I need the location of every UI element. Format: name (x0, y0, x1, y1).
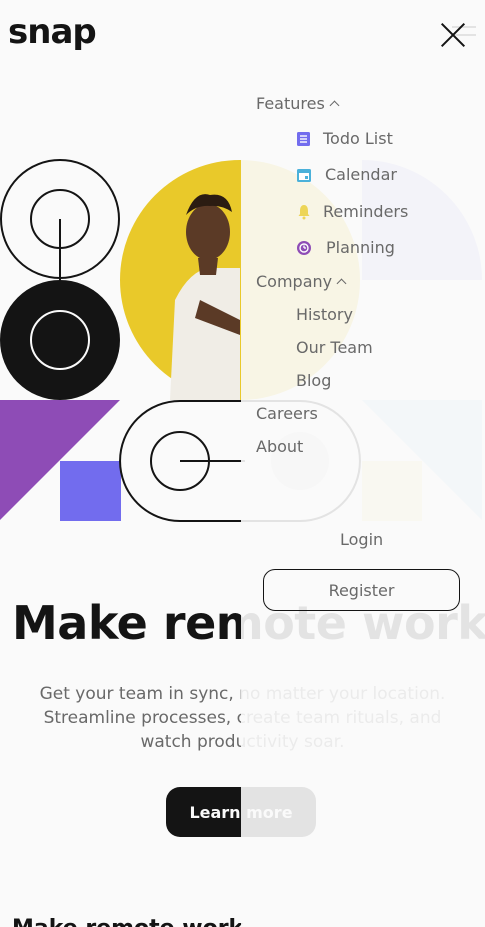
submenu-label: Calendar (325, 165, 397, 184)
snap-logo[interactable]: snap (8, 12, 97, 52)
close-icon[interactable] (440, 22, 466, 48)
login-link[interactable]: Login (340, 530, 383, 549)
menu-careers[interactable]: Careers (256, 404, 318, 423)
submenu-item-blog[interactable]: Blog (296, 371, 331, 390)
submenu-label: Planning (326, 238, 395, 257)
submenu-item-todo-list[interactable]: Todo List (296, 129, 393, 148)
menu-company-label: Company (256, 272, 333, 291)
submenu-item-calendar[interactable]: Calendar (296, 165, 397, 184)
menu-about[interactable]: About (256, 437, 303, 456)
menu-features-label: Features (256, 94, 325, 113)
menu-careers-label: Careers (256, 404, 318, 423)
submenu-label: Our Team (296, 338, 373, 357)
menu-features[interactable]: Features (256, 94, 340, 113)
submenu-label: Reminders (323, 202, 409, 221)
menu-company[interactable]: Company (256, 272, 347, 291)
todo-list-icon (297, 131, 310, 146)
submenu-item-history[interactable]: History (296, 305, 353, 324)
calendar-icon (297, 168, 311, 182)
register-button[interactable]: Register (263, 569, 460, 611)
submenu-item-reminders[interactable]: Reminders (296, 202, 408, 221)
submenu-label: Todo List (323, 129, 393, 148)
menu-about-label: About (256, 437, 304, 456)
planning-icon (297, 240, 311, 255)
submenu-item-planning[interactable]: Planning (296, 238, 395, 257)
bell-icon (298, 204, 310, 219)
submenu-label: Blog (296, 371, 332, 390)
submenu-label: History (296, 305, 353, 324)
submenu-item-our-team[interactable]: Our Team (296, 338, 373, 357)
chevron-up-icon (336, 278, 347, 289)
section-heading: Make remote work (12, 916, 243, 927)
chevron-up-icon (329, 100, 340, 111)
